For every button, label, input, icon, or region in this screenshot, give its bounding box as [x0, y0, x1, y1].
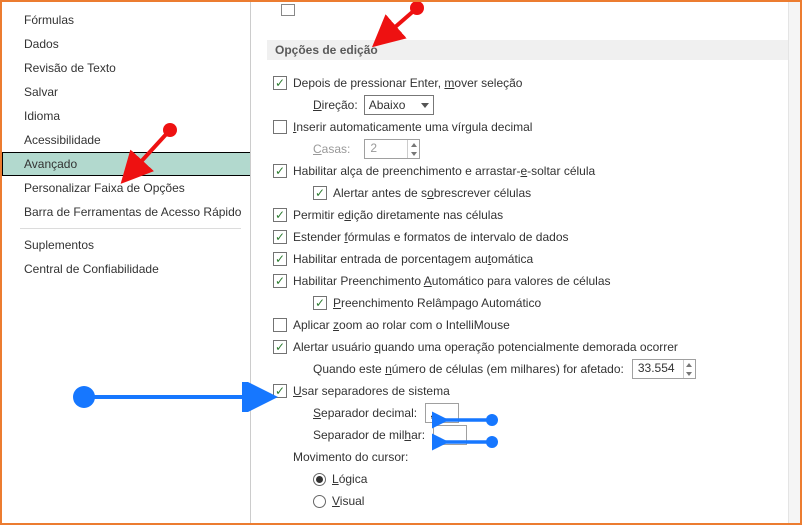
checkbox[interactable] [273, 318, 287, 332]
section-header-label: Opções de edição [275, 43, 378, 57]
opt-flash-fill: Preenchimento Relâmpago Automático [273, 292, 794, 314]
section-header-editing: Opções de edição [267, 40, 794, 60]
sidebar-item-data[interactable]: Dados [2, 32, 251, 56]
checkbox-label: Aplicar zoom ao rolar com o IntelliMouse [293, 318, 510, 332]
checkbox-label: Inserir automaticamente uma vírgula deci… [293, 120, 532, 134]
radio-label: Lógica [332, 472, 367, 486]
decimal-sep-label: Separador decimal: [313, 406, 417, 420]
editing-options: Depois de pressionar Enter, mover seleçã… [273, 72, 794, 512]
checkbox[interactable] [273, 340, 287, 354]
sidebar-item-label: Barra de Ferramentas de Acesso Rápido [24, 205, 241, 219]
checkbox[interactable] [273, 384, 287, 398]
opt-autocomplete: Habilitar Preenchimento Automático para … [273, 270, 794, 292]
divider [20, 228, 241, 229]
opt-alert-slow-op: Alertar usuário quando uma operação pote… [273, 336, 794, 358]
sidebar-item-label: Personalizar Faixa de Opções [24, 181, 185, 195]
cells-label: Quando este número de células (em milhar… [313, 362, 624, 376]
opt-decimal-places: Casas: 2 [273, 138, 794, 160]
checkbox-label: Depois de pressionar Enter, mover seleçã… [293, 76, 522, 90]
opt-edit-in-cell: Permitir edição diretamente nas células [273, 204, 794, 226]
checkbox[interactable] [273, 76, 287, 90]
sidebar-item-quick-access[interactable]: Barra de Ferramentas de Acesso Rápido [2, 200, 251, 224]
spinner-value: 2 [365, 140, 407, 158]
sidebar-item-label: Fórmulas [24, 13, 74, 27]
checkbox-label: Habilitar Preenchimento Automático para … [293, 274, 611, 288]
thousands-sep-input[interactable] [433, 425, 467, 445]
checkbox[interactable] [273, 164, 287, 178]
places-label: Casas: [313, 142, 350, 156]
settings-pane: Opções de edição Depois de pressionar En… [251, 2, 800, 523]
opt-cursor-visual: Visual [273, 490, 794, 512]
spinner-arrows[interactable] [683, 360, 695, 378]
checkbox-label: Estender fórmulas e formatos de interval… [293, 230, 569, 244]
opt-fill-handle: Habilitar alça de preenchimento e arrast… [273, 160, 794, 182]
sidebar-item-label: Acessibilidade [24, 133, 101, 147]
sidebar-item-label: Idioma [24, 109, 60, 123]
opt-auto-decimal: Inserir automaticamente uma vírgula deci… [273, 116, 794, 138]
options-dialog: Fórmulas Dados Revisão de Texto Salvar I… [0, 0, 802, 525]
opt-thousands-separator: Separador de milhar: [273, 424, 794, 446]
sidebar-item-trust-center[interactable]: Central de Confiabilidade [2, 257, 251, 281]
sidebar-item-proofing[interactable]: Revisão de Texto [2, 56, 251, 80]
sidebar-item-label: Revisão de Texto [24, 61, 116, 75]
sidebar-item-advanced[interactable]: Avançado [2, 152, 251, 176]
checkbox-label: Alertar usuário quando uma operação pote… [293, 340, 678, 354]
sidebar-item-label: Central de Confiabilidade [24, 262, 159, 276]
opt-cells-threshold: Quando este número de células (em milhar… [273, 358, 794, 380]
sidebar-item-language[interactable]: Idioma [2, 104, 251, 128]
decimal-sep-input[interactable] [425, 403, 459, 423]
opt-use-system-separators: Usar separadores de sistema [273, 380, 794, 402]
sidebar-item-label: Dados [24, 37, 59, 51]
opt-direction: Direção: Abaixo [273, 94, 794, 116]
chevron-down-icon [421, 103, 429, 108]
sidebar-item-label: Suplementos [24, 238, 94, 252]
checkbox[interactable] [313, 186, 327, 200]
radio[interactable] [313, 473, 326, 486]
sidebar-item-formulas[interactable]: Fórmulas [2, 8, 251, 32]
opt-cursor-logical: Lógica [273, 468, 794, 490]
sidebar-item-accessibility[interactable]: Acessibilidade [2, 128, 251, 152]
spinner-arrows[interactable] [407, 140, 419, 158]
opt-percent-entry: Habilitar entrada de porcentagem automát… [273, 248, 794, 270]
checkbox-label: Permitir edição diretamente nas células [293, 208, 503, 222]
checkbox-label: Habilitar entrada de porcentagem automát… [293, 252, 533, 266]
radio-label: Visual [332, 494, 364, 508]
sidebar-item-label: Avançado [24, 157, 77, 171]
thousands-sep-label: Separador de milhar: [313, 428, 425, 442]
checkbox[interactable] [273, 230, 287, 244]
checkbox[interactable] [273, 120, 287, 134]
opt-cursor-movement: Movimento do cursor: [273, 446, 794, 468]
sidebar-item-label: Salvar [24, 85, 58, 99]
spinner-value: 33.554 [633, 360, 683, 378]
sidebar-item-customize-ribbon[interactable]: Personalizar Faixa de Opções [2, 176, 251, 200]
cells-spinner[interactable]: 33.554 [632, 359, 696, 379]
scrollbar[interactable] [788, 2, 800, 523]
opt-move-after-enter: Depois de pressionar Enter, mover seleçã… [273, 72, 794, 94]
opt-intellimouse-zoom: Aplicar zoom ao rolar com o IntelliMouse [273, 314, 794, 336]
checkbox-label: Habilitar alça de preenchimento e arrast… [293, 164, 595, 178]
opt-alert-overwrite: Alertar antes de sobrescrever células [273, 182, 794, 204]
checkbox[interactable] [273, 252, 287, 266]
checkbox-label: Preenchimento Relâmpago Automático [333, 296, 541, 310]
checkbox[interactable] [273, 208, 287, 222]
cursor-label: Movimento do cursor: [293, 450, 408, 464]
checkbox-label: Alertar antes de sobrescrever células [333, 186, 531, 200]
category-sidebar: Fórmulas Dados Revisão de Texto Salvar I… [2, 2, 251, 523]
select-value: Abaixo [369, 98, 406, 112]
radio[interactable] [313, 495, 326, 508]
checkbox[interactable] [273, 274, 287, 288]
checkbox[interactable] [313, 296, 327, 310]
sidebar-item-addins[interactable]: Suplementos [2, 233, 251, 257]
sidebar-item-save[interactable]: Salvar [2, 80, 251, 104]
direction-select[interactable]: Abaixo [364, 95, 434, 115]
direction-label: Direção: [313, 98, 358, 112]
checkbox-label: Usar separadores de sistema [293, 384, 450, 398]
opt-decimal-separator: Separador decimal: [273, 402, 794, 424]
opt-extend-formats: Estender fórmulas e formatos de interval… [273, 226, 794, 248]
places-spinner[interactable]: 2 [364, 139, 420, 159]
unknown-control[interactable] [281, 4, 295, 16]
